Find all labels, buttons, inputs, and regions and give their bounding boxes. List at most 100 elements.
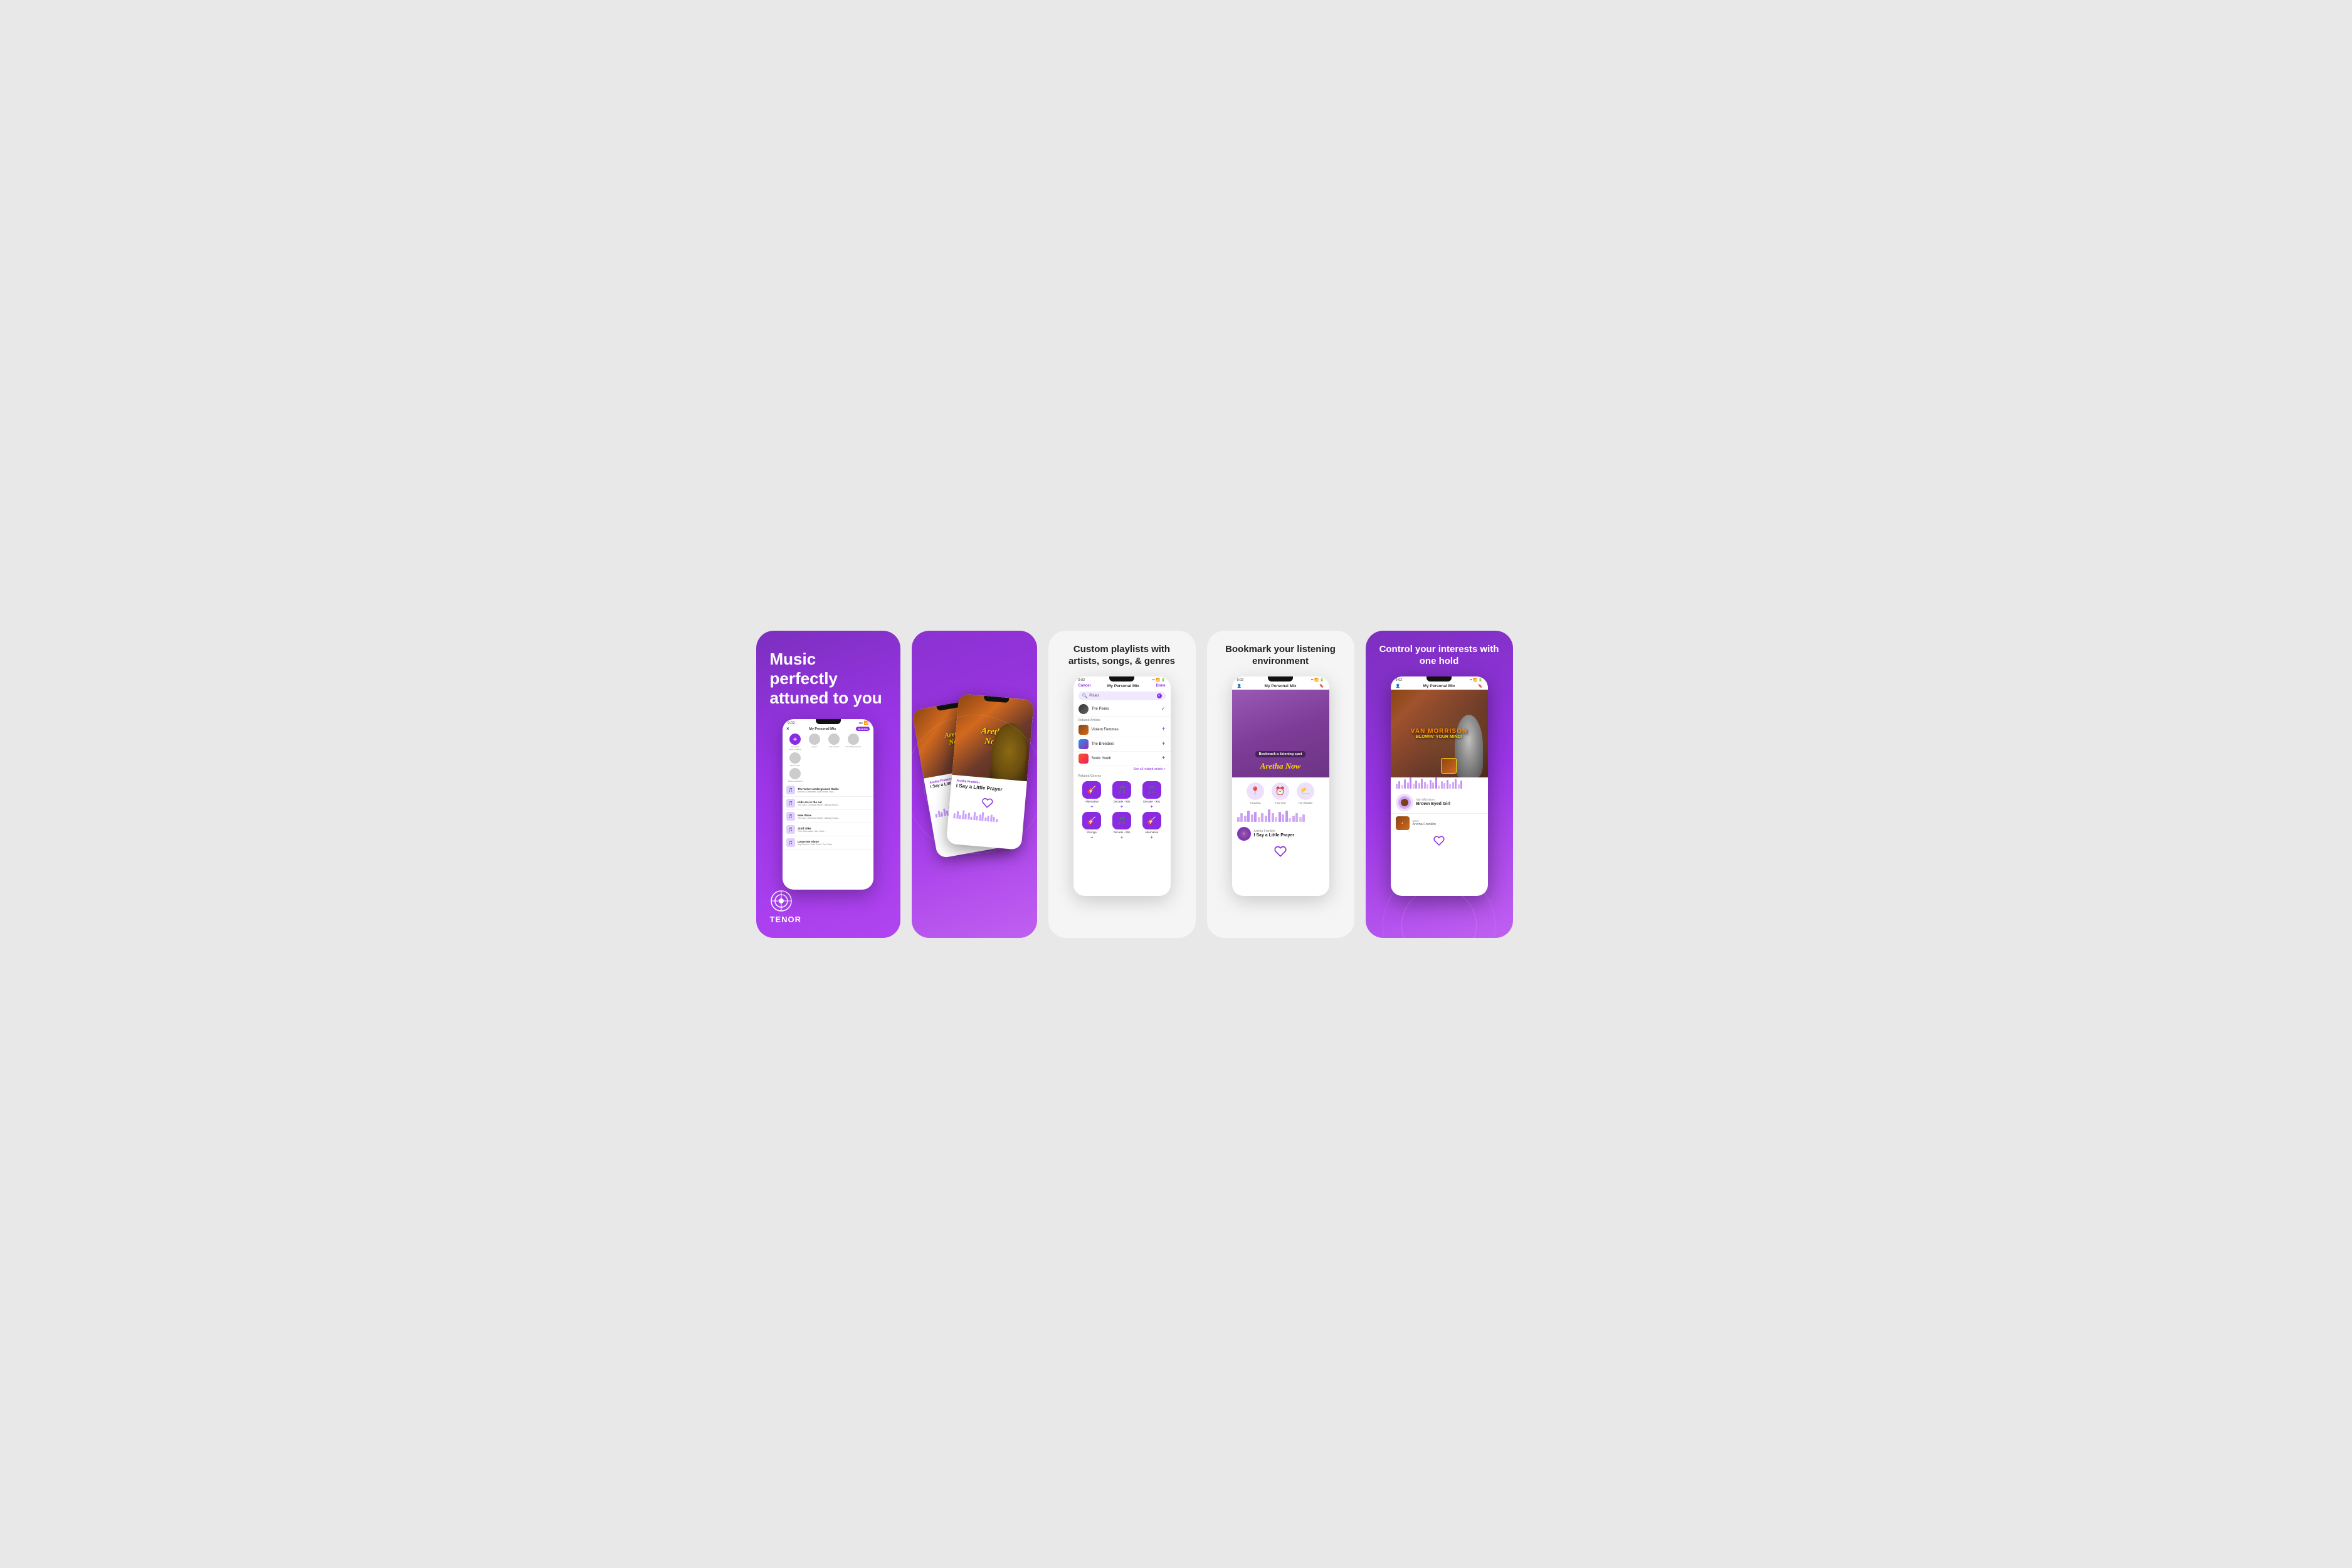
playlist-text-2: New Wave The Cure, Depeche Mode, Talking… (798, 814, 870, 819)
panel-bookmark: Bookmark your listening environment 9:02… (1207, 631, 1354, 938)
this-time-icon[interactable]: ⏰ (1272, 782, 1289, 800)
genre-label-80s: Decade - 80s (1114, 800, 1131, 803)
plus-breeders[interactable]: + (1162, 740, 1166, 747)
result-violent-femmes[interactable]: Violent Femmes + (1073, 723, 1171, 737)
this-time-label: This Time (1275, 801, 1285, 804)
tenor-name: TENOR (770, 915, 802, 924)
bookmark-icons-row: 📍 This Area ⏰ This Time ⛅ The Weather (1232, 777, 1329, 809)
bookmark-spot-label: Bookmark a listening spot (1255, 751, 1306, 757)
heart-btn-back[interactable] (926, 781, 1003, 808)
playlist-item-3[interactable]: 🎵 Stuff I like Pink, Alternative, 80s, S… (783, 823, 873, 836)
playlist-icon-4: 🎵 (786, 838, 795, 847)
now-playing-info-5: Van Morrison Brown Eyed Girl (1416, 798, 1483, 806)
genre-grunge[interactable]: 🎸 Grunge + (1078, 812, 1106, 840)
see-all-link[interactable]: See all related artists > (1073, 766, 1171, 772)
panel-3-caption: Custom playlists with artists, songs, & … (1048, 631, 1196, 676)
this-area-icon[interactable]: 📍 (1247, 782, 1264, 800)
genre-80s[interactable]: 🎵 Decade - 80s + (1108, 781, 1136, 809)
avatar-stevie: Stevie Nicks (786, 752, 804, 767)
panel-4-caption: Bookmark your listening environment (1207, 631, 1354, 676)
phone-notch-1 (816, 719, 841, 724)
phone-bookmark: 9:02 ▪▪ 📶 🔋 👤 My Personal Mix 🔖 Bookmark… (1232, 676, 1329, 896)
phone-mockup-1: 9:02 ▪▪▪ 📶 ✕ My Personal Mix New Mix + A… (783, 719, 873, 889)
eq-bands-back (929, 795, 1005, 819)
hold-ring-outer (1396, 794, 1413, 811)
genre-icon-grunge: 🎸 (1082, 812, 1101, 829)
hold-ring-inner (1398, 796, 1411, 809)
cancel-btn[interactable]: Cancel (1078, 684, 1091, 688)
heart-btn-4[interactable] (1232, 843, 1329, 860)
playlist-item-1[interactable]: 🎵 Kids are in the car The Cars, Depeche … (783, 797, 873, 810)
done-btn[interactable]: Done (1156, 684, 1166, 688)
person-icon-5: 👤 (1396, 684, 1400, 688)
playing-artist-back: Aretha Franklin (929, 770, 994, 785)
playlist-icon-1: 🎵 (786, 799, 795, 808)
genre-label-90s-2: Decade - 90s (1114, 831, 1131, 834)
result-pixies[interactable]: The Pixies ✓ (1073, 702, 1171, 717)
search-input-text[interactable]: Pixies (1089, 694, 1154, 698)
plus-vf[interactable]: + (1162, 726, 1166, 733)
genre-plus-90s-1[interactable]: + (1150, 804, 1153, 809)
avatar-queen: Queen (806, 734, 823, 750)
bookmark-icon-5[interactable]: 🔖 (1478, 684, 1482, 688)
eq-visualization-4 (1232, 809, 1329, 823)
tenor-icon-svg (770, 890, 793, 912)
genre-alt-2[interactable]: 🎸 Alternative + (1138, 812, 1166, 840)
now-playing-4: ♪ Aretha Franklin I Say a Little Prayer (1232, 823, 1329, 843)
showcase-container: Music perfectly attuned to you 9:02 ▪▪▪ … (756, 631, 1596, 938)
genre-plus-alt-2[interactable]: + (1150, 835, 1153, 840)
search-clear-btn[interactable]: ✕ (1157, 693, 1162, 698)
plus-sy[interactable]: + (1162, 755, 1166, 762)
search-icon-3: 🔍 (1082, 693, 1088, 698)
bookmark-icon-header[interactable]: 🔖 (1319, 684, 1324, 688)
van-morrison-text: Van Morrison (1411, 728, 1467, 735)
bookmark-weather[interactable]: ⛅ The Weather (1297, 782, 1314, 804)
bookmark-this-time[interactable]: ⏰ This Time (1272, 782, 1289, 804)
signal-3: ▪▪ 📶 🔋 (1152, 678, 1166, 682)
hold-indicator[interactable] (1396, 794, 1413, 811)
search-bar[interactable]: 🔍 Pixies ✕ (1078, 692, 1166, 700)
panel-5-caption: Control your interests with one hold (1366, 631, 1513, 676)
playlist-item-2[interactable]: 🎵 New Wave The Cure, Depeche Mode, Talki… (783, 810, 873, 823)
weather-icon[interactable]: ⛅ (1297, 782, 1314, 800)
now-playing-avatar-4: ♪ (1237, 827, 1251, 841)
title-label-1: ✕ (786, 727, 789, 731)
avatar-add[interactable]: + Add artist,song, or genre (786, 734, 804, 750)
panel-hero: Music perfectly attuned to you 9:02 ▪▪▪ … (756, 631, 900, 938)
genre-90s-1[interactable]: 🎵 Decade - 90s + (1138, 781, 1166, 809)
genre-plus-grunge[interactable]: + (1090, 835, 1094, 840)
genre-90s-2[interactable]: 🎵 Decade - 90s + (1108, 812, 1136, 840)
genre-plus-90s-2[interactable]: + (1121, 835, 1124, 840)
playing-info-front: Aretha Franklin I Say a Little Prayer (951, 774, 1027, 797)
heart-btn-5[interactable] (1391, 833, 1488, 849)
now-playing-info-4: Aretha Franklin I Say a Little Prayer (1254, 829, 1324, 838)
playlist-text-4: Leave Me Alone Joy Division, Patti Smith… (798, 840, 870, 846)
phone-control: 9:02 ▪▪ 📶 🔋 👤 My Personal Mix 🔖 Van Morr… (1391, 676, 1488, 896)
result-sonic-youth[interactable]: Sonic Youth + (1073, 752, 1171, 766)
playlist-item-0[interactable]: 🎵 The Velvet Underground Radio Simon & G… (783, 784, 873, 797)
genre-plus-80s[interactable]: + (1121, 804, 1124, 809)
avatar-breeders (1078, 739, 1089, 749)
playlist-icon-0: 🎵 (786, 786, 795, 794)
time-5: 9:02 (1396, 678, 1403, 682)
genre-plus-alt[interactable]: + (1090, 804, 1094, 809)
eq-visualization-5 (1391, 777, 1488, 790)
bookmark-this-area[interactable]: 📍 This Area (1247, 782, 1264, 804)
playing-song-back: I Say a Little Prayer (930, 773, 995, 789)
now-playing-5: Van Morrison Brown Eyed Girl (1391, 790, 1488, 813)
genre-label-alt-2: Alternative (1145, 831, 1158, 834)
bookmark-album-cover: Bookmark a listening spot Aretha Now (1232, 690, 1329, 777)
genre-label-90s-1: Decade - 90s (1143, 800, 1160, 803)
result-name-pixies: The Pixies (1092, 707, 1158, 711)
bookmark-overlay: Bookmark a listening spot Aretha Now (1232, 690, 1329, 777)
playlist-item-4[interactable]: 🎵 Leave Me Alone Joy Division, Patti Smi… (783, 836, 873, 850)
heart-btn-front[interactable] (949, 791, 1025, 814)
playing-song-front: I Say a Little Prayer (956, 782, 1021, 794)
genre-icon-90s-1: 🎵 (1142, 781, 1161, 799)
result-breeders[interactable]: The Breeders + (1073, 737, 1171, 752)
genre-alternative[interactable]: 🎸 Alternative + (1078, 781, 1106, 809)
album-title-text: Blowin' Your Mind! (1411, 735, 1467, 739)
phone-back: ArethaNow Aretha Franklin I Say a Little… (912, 697, 1012, 858)
time-3: 9:02 (1078, 678, 1085, 682)
next-info: Next: Aretha Franklin (1413, 819, 1436, 826)
